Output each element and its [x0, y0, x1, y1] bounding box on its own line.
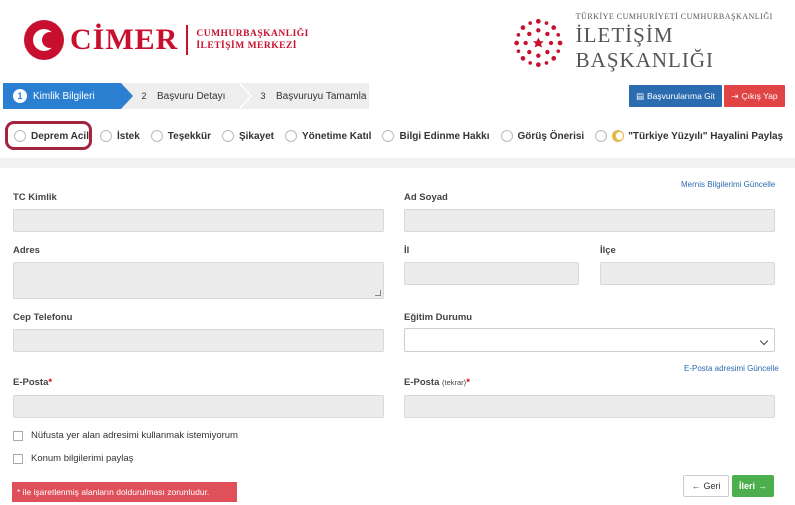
- konum-checkbox-row[interactable]: Konum bilgilerimi paylaş: [13, 453, 133, 464]
- arrow-left-icon: ←: [691, 481, 701, 491]
- cep-telefonu-label: Cep Telefonu: [13, 312, 73, 323]
- radio-circle-icon: [150, 130, 163, 142]
- il-input[interactable]: [404, 262, 579, 285]
- crescent-emblem-icon: [612, 130, 625, 142]
- geri-button[interactable]: ← Geri: [683, 475, 729, 497]
- tc-kimlik-label: TC Kimlik: [13, 192, 57, 203]
- cep-telefonu-input[interactable]: [13, 329, 384, 352]
- il-label: İl: [404, 245, 410, 256]
- nufus-adres-label: Nüfusta yer alan adresimi kullanmak iste…: [31, 430, 238, 441]
- tc-kimlik-input[interactable]: [13, 209, 384, 232]
- radio-circle-icon: [14, 130, 26, 142]
- geri-label: Geri: [703, 481, 721, 491]
- application-type-radios: Deprem Acil İstek Teşekkür Şikayet Yönet…: [0, 118, 795, 154]
- adres-textarea[interactable]: [13, 262, 384, 299]
- step-kimlik-bilgileri[interactable]: 1 Kimlik Bilgileri: [3, 83, 133, 109]
- konum-label: Konum bilgilerimi paylaş: [31, 453, 134, 464]
- egitim-durumu-select[interactable]: [404, 328, 775, 352]
- egitim-durumu-label: Eğitim Durumu: [404, 312, 473, 323]
- eposta-input[interactable]: [13, 395, 384, 418]
- logo-divider: [186, 25, 189, 55]
- resize-handle-icon[interactable]: [375, 290, 381, 296]
- radio-turkiye-yuzyili[interactable]: "Türkiye Yüzyılı" Hayalini Paylaş: [595, 130, 783, 142]
- konum-checkbox[interactable]: [13, 453, 23, 464]
- radio-circle-icon: [595, 130, 608, 142]
- iletisim-logo-title: İLETİŞİM BAŞKANLIĞI: [575, 23, 714, 72]
- radio-circle-icon: [500, 130, 513, 142]
- ilce-label: İlçe: [600, 245, 616, 256]
- radio-label: İstek: [116, 130, 140, 142]
- radio-circle-icon: [99, 130, 112, 142]
- mernis-guncelle-link[interactable]: Mernis Bilgilerimi Güncelle: [681, 180, 775, 189]
- adres-label: Adres: [13, 245, 40, 256]
- section-divider: [0, 158, 795, 168]
- radio-circle-icon: [285, 130, 297, 142]
- cimer-logo[interactable]: CİMER CUMHURBAŞKANLIĞI İLETİŞİM MERKEZİ: [24, 20, 309, 60]
- nufus-adres-checkbox-row[interactable]: Nüfusta yer alan adresimi kullanmak iste…: [13, 430, 238, 441]
- iletisim-baskanligi-logo[interactable]: TÜRKİYE CUMHURİYETİ CUMHURBAŞKANLIĞI İLE…: [513, 12, 795, 73]
- radio-label: Yönetime Katıl: [302, 130, 372, 142]
- cikis-yap-label: Çıkış Yap: [741, 91, 778, 101]
- eposta-tekrar-label: E-Posta (tekrar)*: [404, 377, 470, 388]
- arrow-right-icon: →: [758, 481, 767, 491]
- cimer-sub-line-1: CUMHURBAŞKANLIĞI: [196, 29, 309, 39]
- cimer-emblem-icon: [24, 20, 64, 60]
- radio-gorus-onerisi[interactable]: Görüş Önerisi: [500, 130, 585, 142]
- radio-circle-icon: [221, 130, 234, 142]
- eposta-tekrar-input[interactable]: [404, 395, 775, 418]
- radio-istek[interactable]: İstek: [99, 130, 140, 142]
- nufus-adres-checkbox[interactable]: [13, 430, 23, 441]
- cimer-logo-subtitle: CUMHURBAŞKANLIĞI İLETİŞİM MERKEZİ: [196, 28, 309, 52]
- radio-label: Deprem Acil: [31, 130, 89, 142]
- basvurularima-git-label: Başvurularıma Git: [647, 91, 716, 101]
- step-number: 3: [260, 91, 266, 101]
- folder-icon: ▤: [635, 90, 644, 101]
- radio-deprem-acil[interactable]: Deprem Acil: [14, 130, 89, 142]
- wizard-steps: 1 Kimlik Bilgileri 2 Başvuru Detayı 3 Ba…: [3, 83, 369, 109]
- radio-bilgi-edinme-hakki[interactable]: Bilgi Edinme Hakkı: [382, 130, 490, 142]
- step-basvuru-detayi[interactable]: 2 Başvuru Detayı: [121, 83, 252, 109]
- radio-sikayet[interactable]: Şikayet: [221, 130, 274, 142]
- ileri-label: İleri: [738, 481, 755, 491]
- eposta-label: E-Posta*: [13, 377, 52, 388]
- radio-label: "Türkiye Yüzyılı" Hayalini Paylaş: [628, 130, 784, 142]
- step-number: 1: [13, 89, 27, 103]
- radio-tesekkur[interactable]: Teşekkür: [150, 130, 211, 142]
- step-basvuruyu-tamamla[interactable]: 3 Başvuruyu Tamamla: [238, 83, 369, 109]
- chevron-down-icon: [759, 336, 769, 346]
- step-label: Kimlik Bilgileri: [33, 90, 95, 102]
- ilce-input[interactable]: [600, 262, 775, 285]
- step-number: 2: [141, 91, 147, 101]
- radio-circle-icon: [382, 130, 395, 142]
- ileri-button[interactable]: İleri →: [732, 475, 774, 497]
- required-mark: *: [48, 377, 53, 388]
- eposta-guncelle-link[interactable]: E-Posta adresimi Güncelle: [684, 364, 779, 373]
- iletisim-star-emblem-icon: [514, 18, 563, 67]
- radio-label: Şikayet: [238, 130, 274, 142]
- step-label: Başvuru Detayı: [157, 90, 226, 102]
- ad-soyad-label: Ad Soyad: [404, 192, 448, 203]
- required-fields-warning: * ile işaretlenmiş alanların doldurulmas…: [12, 482, 237, 502]
- radio-label: Teşekkür: [167, 130, 211, 142]
- eposta-tekrar-small: (tekrar): [442, 378, 467, 387]
- radio-label: Görüş Önerisi: [517, 130, 585, 142]
- step-label: Başvuruyu Tamamla: [276, 90, 367, 102]
- page-header: CİMER CUMHURBAŞKANLIĞI İLETİŞİM MERKEZİ: [0, 0, 795, 78]
- eposta-label-text: E-Posta: [13, 377, 49, 388]
- required-mark: *: [466, 377, 470, 388]
- cimer-sub-line-2: İLETİŞİM MERKEZİ: [196, 41, 297, 51]
- eposta-tekrar-label-text: E-Posta: [404, 377, 440, 388]
- radio-yonetime-katil[interactable]: Yönetime Katıl: [285, 130, 371, 142]
- radio-label: Bilgi Edinme Hakkı: [399, 130, 490, 142]
- iletisim-logo-small: TÜRKİYE CUMHURİYETİ CUMHURBAŞKANLIĞI: [575, 12, 773, 21]
- sign-out-icon: ⇥: [731, 90, 739, 101]
- top-buttons: ▤ Başvurularıma Git ⇥ Çıkış Yap: [629, 85, 785, 107]
- cikis-yap-button[interactable]: ⇥ Çıkış Yap: [724, 85, 785, 107]
- basvurularima-git-button[interactable]: ▤ Başvurularıma Git: [629, 85, 722, 107]
- cimer-logo-text: CİMER: [70, 23, 179, 56]
- ad-soyad-input[interactable]: [404, 209, 775, 232]
